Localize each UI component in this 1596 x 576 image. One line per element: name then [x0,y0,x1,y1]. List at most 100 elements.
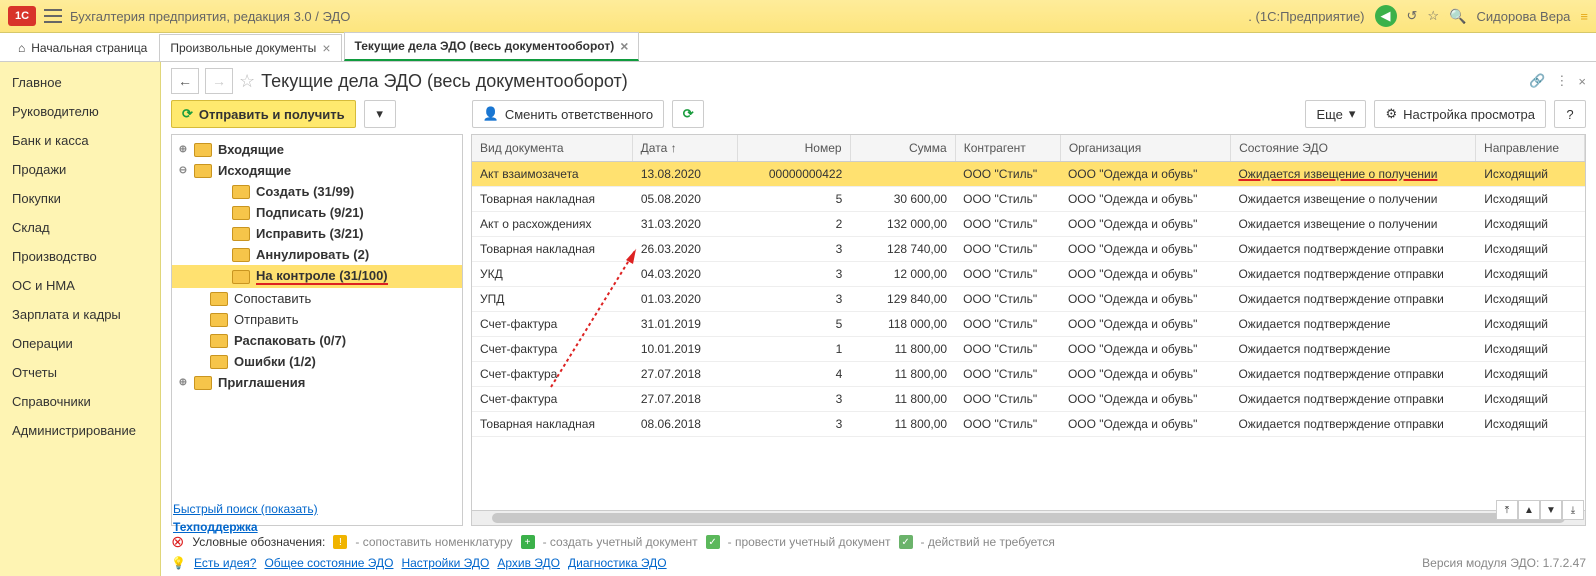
tree-label: Создать (31/99) [256,184,354,199]
tree-item[interactable]: Исправить (3/21) [172,223,462,244]
tab-arbitrary-docs[interactable]: Произвольные документы × [159,34,341,61]
table-row[interactable]: Счет-фактура31.01.20195118 000,00ООО "Ст… [472,312,1585,337]
table-row[interactable]: Счет-фактура27.07.2018311 800,00ООО "Сти… [472,387,1585,412]
more-icon[interactable]: ⋮ [1555,73,1568,89]
sidebar: ГлавноеРуководителюБанк и кассаПродажиПо… [0,62,161,576]
column-header[interactable]: Вид документа [472,135,633,161]
cell: 05.08.2020 [633,187,738,211]
sidebar-item[interactable]: Справочники [0,387,160,416]
forward-button[interactable]: → [205,68,233,94]
search-icon[interactable]: 🔍 [1449,8,1466,25]
sidebar-item[interactable]: Операции [0,329,160,358]
archive-link[interactable]: Архив ЭДО [497,556,560,570]
tree-item[interactable]: Ошибки (1/2) [172,351,462,372]
cell: Исходящий [1476,162,1585,186]
cell: Исходящий [1476,337,1585,361]
cell: Ожидается подтверждение [1230,312,1476,336]
table-row[interactable]: УКД04.03.2020312 000,00ООО "Стиль"ООО "О… [472,262,1585,287]
column-header[interactable]: Дата ↑ [633,135,738,161]
sidebar-item[interactable]: Отчеты [0,358,160,387]
column-header[interactable]: Контрагент [956,135,1061,161]
plus-icon: + [521,535,535,549]
down-button[interactable]: ▼ [1540,500,1562,520]
status-link[interactable]: Общее состояние ЭДО [264,556,393,570]
support-link[interactable]: Техподдержка [173,520,318,534]
cell: 10.01.2019 [633,337,738,361]
sidebar-item[interactable]: Покупки [0,184,160,213]
close-icon[interactable]: × [620,38,628,54]
column-header[interactable]: Направление [1476,135,1585,161]
legend-text: - действий не требуется [921,535,1055,549]
column-header[interactable]: Сумма [851,135,956,161]
notification-icon[interactable]: ◀ [1375,5,1397,27]
table-row[interactable]: Акт о расхождениях31.03.20202132 000,00О… [472,212,1585,237]
last-button[interactable]: ⤓ [1562,500,1584,520]
cell: 26.03.2020 [633,237,738,261]
table-row[interactable]: Счет-фактура27.07.2018411 800,00ООО "Сти… [472,362,1585,387]
expander-icon[interactable]: ⊕ [178,144,188,155]
help-button[interactable]: ? [1554,100,1586,128]
column-header[interactable]: Организация [1061,135,1231,161]
quick-search-link[interactable]: Быстрый поиск (показать) [173,502,318,516]
view-settings-button[interactable]: ⚙ Настройка просмотра [1374,100,1546,128]
tree-item[interactable]: ⊖Исходящие [172,160,462,181]
first-button[interactable]: ⤒ [1496,500,1518,520]
tree-item[interactable]: Подписать (9/21) [172,202,462,223]
history-icon[interactable]: ↺ [1407,8,1418,24]
sidebar-item[interactable]: Главное [0,68,160,97]
dropdown-button[interactable]: ▾ [364,100,396,128]
cell: 27.07.2018 [633,387,738,411]
tree-item[interactable]: На контроле (31/100) [172,265,462,288]
table-row[interactable]: Счет-фактура10.01.2019111 800,00ООО "Сти… [472,337,1585,362]
sidebar-item[interactable]: Производство [0,242,160,271]
column-header[interactable]: Состояние ЭДО [1231,135,1476,161]
expander-icon[interactable]: ⊖ [178,165,188,176]
send-receive-button[interactable]: ⟳ Отправить и получить [171,100,356,128]
sidebar-item[interactable]: Зарплата и кадры [0,300,160,329]
tab-current-edo[interactable]: Текущие дела ЭДО (весь документооборот) … [344,32,640,61]
cell: Ожидается извещение о получении [1230,212,1476,236]
btn-label: Сменить ответственного [505,107,653,122]
sidebar-item[interactable]: Склад [0,213,160,242]
close-icon[interactable]: × [322,40,330,56]
sidebar-item[interactable]: Банк и касса [0,126,160,155]
tree-item[interactable]: Сопоставить [172,288,462,309]
tree-item[interactable]: ⊕Входящие [172,139,462,160]
settings-link[interactable]: Настройки ЭДО [401,556,489,570]
table-row[interactable]: Акт взаимозачета13.08.202000000000422ООО… [472,162,1585,187]
star-icon[interactable]: ☆ [239,71,255,92]
tree-item[interactable]: Создать (31/99) [172,181,462,202]
sidebar-item[interactable]: ОС и НМА [0,271,160,300]
sidebar-item[interactable]: Продажи [0,155,160,184]
horizontal-scrollbar[interactable] [472,510,1585,525]
back-button[interactable]: ← [171,68,199,94]
favorite-icon[interactable]: ☆ [1427,8,1439,24]
table-row[interactable]: Товарная накладная26.03.20203128 740,00О… [472,237,1585,262]
tree-item[interactable]: Аннулировать (2) [172,244,462,265]
tab-home[interactable]: ⌂ Начальная страница [8,35,157,61]
idea-link[interactable]: Есть идея? [194,556,257,570]
expander-icon[interactable]: ⊕ [178,377,188,388]
cell: Товарная накладная [472,237,633,261]
more-button[interactable]: Еще ▾ [1305,100,1366,128]
table-row[interactable]: УПД01.03.20203129 840,00ООО "Стиль"ООО "… [472,287,1585,312]
settings-icon[interactable]: ≡ [1580,9,1588,24]
diag-link[interactable]: Диагностика ЭДО [568,556,667,570]
up-button[interactable]: ▲ [1518,500,1540,520]
table-row[interactable]: Товарная накладная08.06.2018311 800,00ОО… [472,412,1585,437]
menu-icon[interactable] [44,9,62,23]
tree-item[interactable]: ⊕Приглашения [172,372,462,393]
sidebar-item[interactable]: Руководителю [0,97,160,126]
tree-item[interactable]: Распаковать (0/7) [172,330,462,351]
change-responsible-button[interactable]: 👤 Сменить ответственного [472,100,665,128]
tree-label: Аннулировать (2) [256,247,369,262]
close-icon[interactable]: × [1578,74,1586,89]
table-panel: Вид документаДата ↑НомерСуммаКонтрагентО… [471,134,1586,526]
column-header[interactable]: Номер [738,135,851,161]
refresh-button[interactable]: ⟳ [672,100,704,128]
page-title: Текущие дела ЭДО (весь документооборот) [261,71,628,92]
sidebar-item[interactable]: Администрирование [0,416,160,445]
link-icon[interactable]: 🔗 [1529,73,1545,89]
table-row[interactable]: Товарная накладная05.08.2020530 600,00ОО… [472,187,1585,212]
tree-item[interactable]: Отправить [172,309,462,330]
